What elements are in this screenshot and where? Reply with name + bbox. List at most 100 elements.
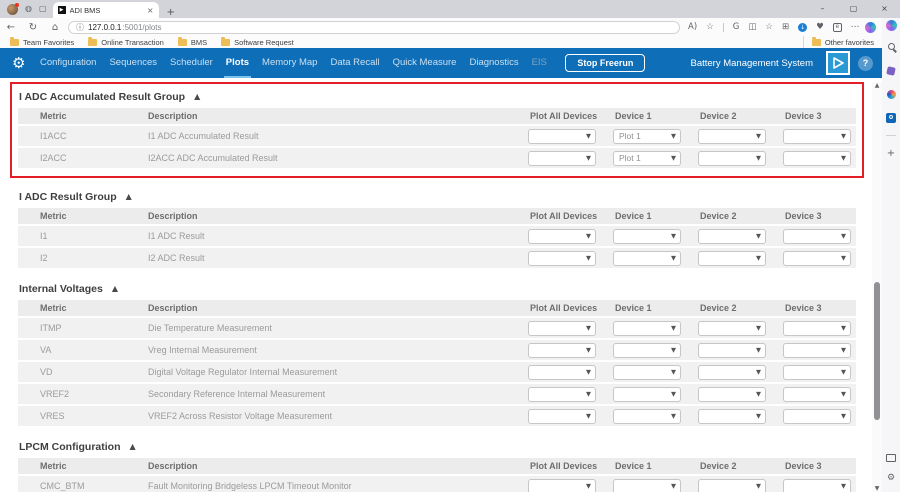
device2-dropdown[interactable]: ▼ <box>698 343 766 358</box>
bookmark-bms[interactable]: BMS <box>178 38 207 47</box>
settings-gear-icon[interactable]: ⚙ <box>882 474 900 483</box>
downloads-icon[interactable]: ↓ <box>798 23 807 32</box>
page-scrollbar[interactable]: ▲ ▼ <box>872 82 882 492</box>
collections-icon[interactable]: ⊞ <box>782 22 789 32</box>
play-button[interactable] <box>826 51 850 75</box>
vertical-tabs-icon[interactable]: ▢ <box>39 5 47 13</box>
favorites-bar-icon[interactable]: ☆ <box>765 22 773 32</box>
refresh-icon[interactable]: ↻ <box>22 22 44 33</box>
device3-dropdown[interactable]: ▼ <box>783 321 851 336</box>
device2-dropdown[interactable]: ▼ <box>698 151 766 166</box>
ie-mode-icon[interactable]: e <box>833 23 842 32</box>
shopping-tag-icon[interactable] <box>882 67 900 75</box>
maximize-window-button[interactable]: ▢ <box>838 0 869 18</box>
scroll-down-icon[interactable]: ▼ <box>872 485 882 492</box>
scrollbar-thumb[interactable] <box>874 282 880 420</box>
copilot-icon[interactable] <box>865 22 876 33</box>
device2-dropdown[interactable]: ▼ <box>698 129 766 144</box>
device2-dropdown[interactable]: ▼ <box>698 321 766 336</box>
profile-avatar[interactable] <box>7 4 18 15</box>
tab-close-icon[interactable]: × <box>147 6 154 15</box>
device1-dropdown[interactable]: ▼ <box>613 229 681 244</box>
device3-dropdown[interactable]: ▼ <box>783 479 851 492</box>
device2-dropdown[interactable]: ▼ <box>698 251 766 266</box>
nav-item-data-recall[interactable]: Data Recall <box>324 48 386 78</box>
plot-all-devices-dropdown[interactable]: ▼ <box>528 151 596 166</box>
new-item-plus-icon[interactable]: + <box>882 149 900 159</box>
bookmark-online-transaction[interactable]: Online Transaction <box>88 38 164 47</box>
bookmark-team-favorites[interactable]: Team Favorites <box>10 38 74 47</box>
group-header[interactable]: Internal Voltages▲ <box>18 280 856 298</box>
plot-all-devices-dropdown[interactable]: ▼ <box>528 479 596 492</box>
device2-dropdown[interactable]: ▼ <box>698 479 766 492</box>
device3-dropdown[interactable]: ▼ <box>783 251 851 266</box>
plot-all-devices-dropdown[interactable]: ▼ <box>528 251 596 266</box>
group-header[interactable]: LPCM Configuration▲ <box>18 438 856 456</box>
device3-dropdown[interactable]: ▼ <box>783 129 851 144</box>
plot-all-devices-dropdown[interactable]: ▼ <box>528 365 596 380</box>
group-header[interactable]: I ADC Accumulated Result Group▲ <box>18 88 856 106</box>
device2-dropdown[interactable]: ▼ <box>698 387 766 402</box>
nav-item-sequences[interactable]: Sequences <box>103 48 164 78</box>
device1-dropdown[interactable]: ▼ <box>613 321 681 336</box>
address-bar[interactable]: ⓘ 127.0.0.1 :5001/plots <box>68 21 680 34</box>
device3-dropdown[interactable]: ▼ <box>783 343 851 358</box>
device3-dropdown[interactable]: ▼ <box>783 409 851 424</box>
browser-tab[interactable]: ▶ ADI BMS × <box>53 2 159 18</box>
workspaces-icon[interactable]: ◍ <box>25 5 32 13</box>
nav-item-quick-measure[interactable]: Quick Measure <box>386 48 463 78</box>
plot-all-devices-dropdown[interactable]: ▼ <box>528 343 596 358</box>
plot-all-devices-dropdown[interactable]: ▼ <box>528 387 596 402</box>
device1-dropdown[interactable]: Plot 1▼ <box>613 129 681 144</box>
device3-dropdown[interactable]: ▼ <box>783 229 851 244</box>
plot-all-devices-dropdown[interactable]: ▼ <box>528 229 596 244</box>
device1-dropdown[interactable]: ▼ <box>613 479 681 492</box>
close-window-button[interactable]: × <box>869 0 900 18</box>
browser-essentials-icon[interactable]: ♥ <box>816 22 824 32</box>
home-icon[interactable]: ⌂ <box>44 22 66 33</box>
copilot-icon[interactable] <box>882 20 900 31</box>
minimize-window-button[interactable]: – <box>807 0 838 18</box>
outlook-icon[interactable]: o <box>882 113 900 123</box>
back-icon[interactable]: ← <box>0 22 22 33</box>
new-tab-button[interactable]: + <box>167 7 175 18</box>
device2-dropdown[interactable]: ▼ <box>698 229 766 244</box>
site-info-icon[interactable]: ⓘ <box>76 22 84 33</box>
device3-dropdown[interactable]: ▼ <box>783 365 851 380</box>
collapse-icon[interactable]: ▲ <box>194 93 200 101</box>
device3-dropdown[interactable]: ▼ <box>783 387 851 402</box>
collapse-icon[interactable]: ▲ <box>129 443 135 451</box>
plot-all-devices-dropdown[interactable]: ▼ <box>528 321 596 336</box>
nav-item-scheduler[interactable]: Scheduler <box>164 48 220 78</box>
nav-item-eis[interactable]: EIS <box>525 48 553 78</box>
device1-dropdown[interactable]: Plot 1▼ <box>613 151 681 166</box>
device2-dropdown[interactable]: ▼ <box>698 409 766 424</box>
nav-item-diagnostics[interactable]: Diagnostics <box>463 48 525 78</box>
help-icon[interactable]: ? <box>858 56 873 71</box>
rewards-icon[interactable]: G <box>733 22 740 32</box>
device3-dropdown[interactable]: ▼ <box>783 151 851 166</box>
read-aloud-icon[interactable]: A) <box>688 22 697 32</box>
split-screen-icon[interactable]: ◫ <box>748 22 756 32</box>
settings-gear-icon[interactable]: ⚙ <box>12 56 25 71</box>
device1-dropdown[interactable]: ▼ <box>613 343 681 358</box>
stop-freerun-button[interactable]: Stop Freerun <box>565 54 645 72</box>
scroll-up-icon[interactable]: ▲ <box>872 82 882 89</box>
plot-all-devices-dropdown[interactable]: ▼ <box>528 409 596 424</box>
more-menu-icon[interactable]: ⋯ <box>851 22 860 32</box>
device1-dropdown[interactable]: ▼ <box>613 387 681 402</box>
group-header[interactable]: I ADC Result Group▲ <box>18 188 856 206</box>
m365-loop-icon[interactable] <box>882 90 900 99</box>
bookmark-software-request[interactable]: Software Request <box>221 38 294 47</box>
device1-dropdown[interactable]: ▼ <box>613 251 681 266</box>
nav-item-memory-map[interactable]: Memory Map <box>256 48 324 78</box>
feedback-icon[interactable] <box>882 454 900 462</box>
other-favorites[interactable]: Other favorites <box>803 36 874 48</box>
plot-all-devices-dropdown[interactable]: ▼ <box>528 129 596 144</box>
collapse-icon[interactable]: ▲ <box>126 193 132 201</box>
device1-dropdown[interactable]: ▼ <box>613 365 681 380</box>
favorite-star-icon[interactable]: ☆ <box>706 22 714 32</box>
device2-dropdown[interactable]: ▼ <box>698 365 766 380</box>
nav-item-plots[interactable]: Plots <box>219 48 255 78</box>
device1-dropdown[interactable]: ▼ <box>613 409 681 424</box>
